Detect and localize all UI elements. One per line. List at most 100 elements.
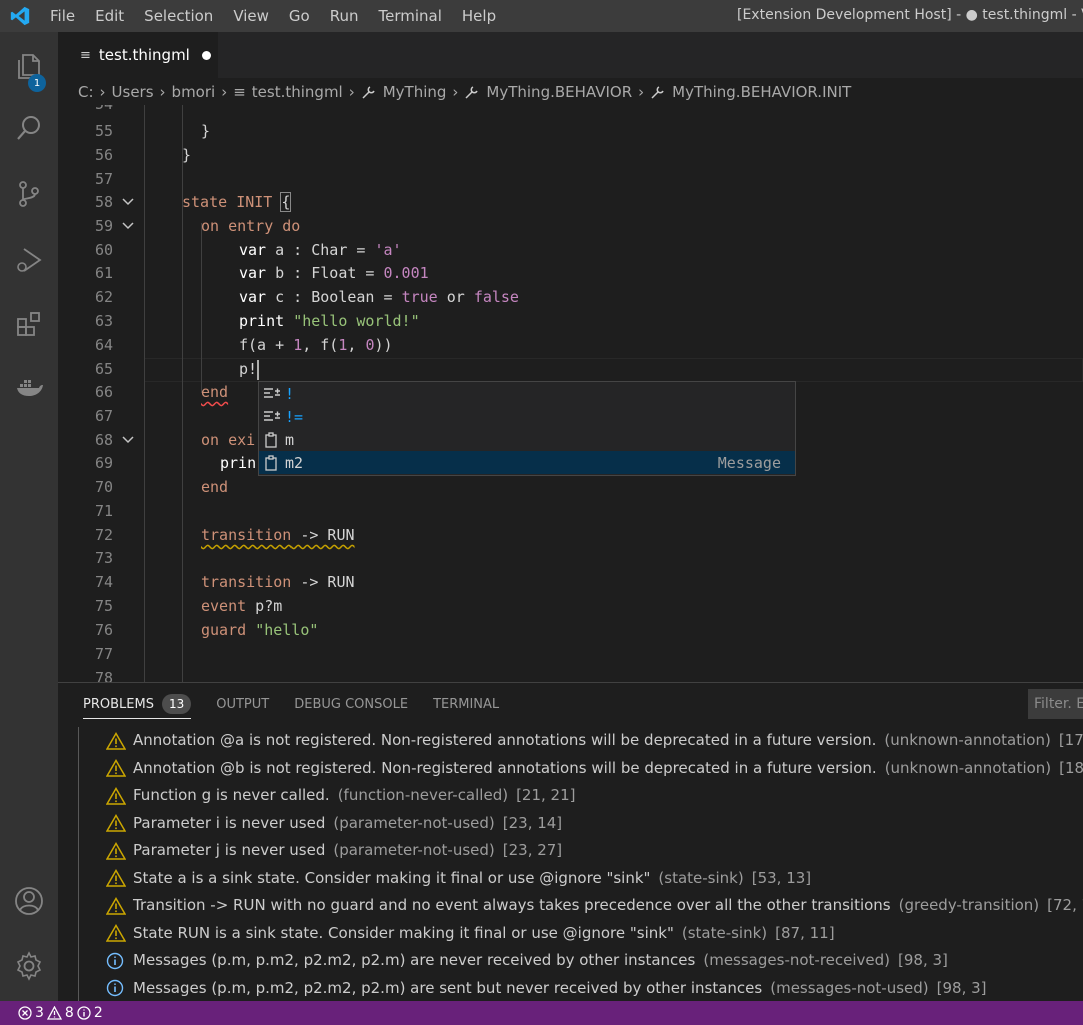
problem-row[interactable]: Transition -> RUN with no guard and no e… — [106, 892, 1083, 919]
tab-debug-console[interactable]: DEBUG CONSOLE — [294, 683, 408, 727]
problem-position: [23, 27] — [502, 841, 563, 859]
problem-row[interactable]: Parameter i is never used (parameter-not-… — [106, 810, 562, 837]
tab-label: test.thingml — [98, 46, 190, 64]
info-count: 2 — [93, 1005, 103, 1021]
code-line: end — [201, 383, 229, 401]
suggestion-item[interactable]: ! — [259, 382, 795, 405]
error-icon — [18, 1006, 32, 1020]
problem-row[interactable]: Messages (p.m, p.m2, p2.m2, p2.m) are ne… — [106, 947, 948, 974]
code-line: var a : Char = 'a' — [239, 241, 402, 259]
line-number: 69 — [94, 454, 113, 472]
problem-position: [17, 1] — [1058, 731, 1083, 749]
menu-terminal[interactable]: Terminal — [369, 0, 452, 32]
problems-status[interactable]: 3 8 2 — [18, 1005, 106, 1021]
suggest-widget[interactable]: ! != m m2 Message — [258, 381, 796, 476]
breadcrumb-bmori[interactable]: bmori — [172, 83, 216, 101]
docker-button[interactable] — [0, 364, 58, 412]
fold-chevron-down-icon[interactable] — [120, 428, 136, 452]
code-line: } — [182, 146, 192, 164]
problem-message: Parameter j is never used — [133, 841, 326, 859]
error-count: 3 — [35, 1005, 44, 1021]
title-bar: File Edit Selection View Go Run Terminal… — [0, 0, 1083, 32]
tab-output[interactable]: OUTPUT — [216, 683, 269, 727]
suggestion-item[interactable]: != — [259, 405, 795, 428]
menu-edit[interactable]: Edit — [85, 0, 134, 32]
problem-row[interactable]: Annotation @b is not registered. Non-reg… — [106, 755, 1083, 782]
chevron-right-icon: › — [221, 82, 228, 101]
line-number: 73 — [94, 549, 113, 567]
breadcrumb-file[interactable]: test.thingml — [252, 83, 343, 101]
line-number: 76 — [94, 621, 113, 639]
chevron-right-icon: › — [452, 82, 459, 101]
activity-bar: 1 — [0, 32, 58, 1001]
tab-problems[interactable]: PROBLEMS 13 — [83, 683, 192, 727]
info-icon — [106, 979, 128, 997]
problem-message: Annotation @a is not registered. Non-reg… — [133, 731, 877, 749]
source-control-button[interactable] — [0, 170, 58, 218]
menu-selection[interactable]: Selection — [134, 0, 223, 32]
fold-chevron-down-icon[interactable] — [120, 214, 136, 238]
warning-icon — [106, 814, 128, 832]
search-icon — [17, 116, 40, 140]
problem-message: Messages (p.m, p.m2, p2.m2, p2.m) are ne… — [133, 951, 696, 969]
extensions-icon — [17, 312, 40, 336]
problem-source: (messages-not-used) — [770, 978, 929, 997]
problem-row[interactable]: Parameter j is never used (parameter-not-… — [106, 837, 562, 864]
problem-message: State RUN is a sink state. Consider maki… — [133, 923, 674, 942]
suggestion-item-selected[interactable]: m2 Message — [259, 451, 795, 474]
docker-icon — [17, 380, 43, 396]
problem-row[interactable]: State RUN is a sink state. Consider maki… — [106, 920, 835, 947]
problem-row[interactable]: Messages (p.m, p.m2, p2.m2, p2.m) are se… — [106, 975, 987, 1002]
warning-icon — [46, 1006, 62, 1020]
problem-row[interactable]: State a is a sink state. Consider making… — [106, 865, 811, 892]
explorer-button[interactable]: 1 — [0, 42, 58, 92]
problem-message: Annotation @b is not registered. Non-reg… — [133, 758, 877, 777]
chevron-right-icon: › — [638, 82, 645, 101]
warning-icon — [106, 869, 128, 887]
chevron-right-icon: › — [159, 82, 166, 101]
problem-message: Messages (p.m, p.m2, p2.m2, p2.m) are se… — [133, 978, 763, 997]
line-number: 57 — [94, 170, 113, 188]
breadcrumb-users[interactable]: Users — [112, 83, 154, 101]
breadcrumb-drive[interactable]: C: — [78, 83, 94, 101]
menu-help[interactable]: Help — [452, 0, 506, 32]
breadcrumb-behavior[interactable]: MyThing.BEHAVIOR — [486, 83, 632, 101]
problem-position: [98, 3] — [936, 978, 987, 997]
warning-count: 8 — [64, 1005, 74, 1021]
problem-source: (messages-not-received) — [703, 951, 891, 969]
problems-list: Annotation @a is not registered. Non-reg… — [58, 727, 1083, 1002]
problem-row[interactable]: Function g is never called. (function-nev… — [106, 782, 576, 809]
unsaved-dot-icon[interactable] — [201, 50, 211, 60]
extensions-button[interactable] — [0, 300, 58, 348]
problems-filter-input[interactable]: Filter. E — [1028, 689, 1083, 719]
problem-position: [98, 3] — [898, 951, 948, 969]
search-button[interactable] — [0, 104, 58, 152]
menu-view[interactable]: View — [223, 0, 279, 32]
problem-source: (parameter-not-used) — [333, 841, 495, 859]
code-line: transition -> RUN — [201, 526, 355, 544]
tab-terminal[interactable]: TERMINAL — [433, 683, 499, 727]
code-line: on entry do — [201, 217, 301, 235]
problem-source: (state-sink) — [681, 923, 768, 942]
tab-test-thingml[interactable]: ≡ test.thingml — [58, 32, 218, 78]
menu-run[interactable]: Run — [320, 0, 369, 32]
panel-tabs: PROBLEMS 13 OUTPUT DEBUG CONSOLE TERMINAL — [58, 683, 1083, 727]
breadcrumb-init[interactable]: MyThing.BEHAVIOR.INIT — [672, 83, 851, 101]
menu-file[interactable]: File — [40, 0, 85, 32]
line-number: 67 — [94, 407, 113, 425]
breadcrumb-mything[interactable]: MyThing — [383, 83, 447, 101]
accounts-button[interactable] — [0, 877, 58, 925]
fold-chevron-down-icon[interactable] — [120, 190, 136, 214]
run-debug-button[interactable] — [0, 236, 58, 284]
suggestion-item[interactable]: m — [259, 428, 795, 451]
breadcrumb: C: › Users › bmori › ≡ test.thingml › MyThing… — [58, 78, 1083, 105]
line-number: 64 — [94, 336, 113, 354]
menu-go[interactable]: Go — [279, 0, 320, 32]
problem-row[interactable]: Annotation @a is not registered. Non-reg… — [106, 727, 1083, 754]
warning-icon — [106, 841, 128, 860]
manage-button[interactable] — [0, 942, 58, 990]
problem-source: (unknown-annotation) — [884, 731, 1051, 749]
line-number: 60 — [94, 241, 113, 259]
code-line-cursor: p! — [239, 359, 260, 380]
warning-icon — [106, 731, 128, 750]
